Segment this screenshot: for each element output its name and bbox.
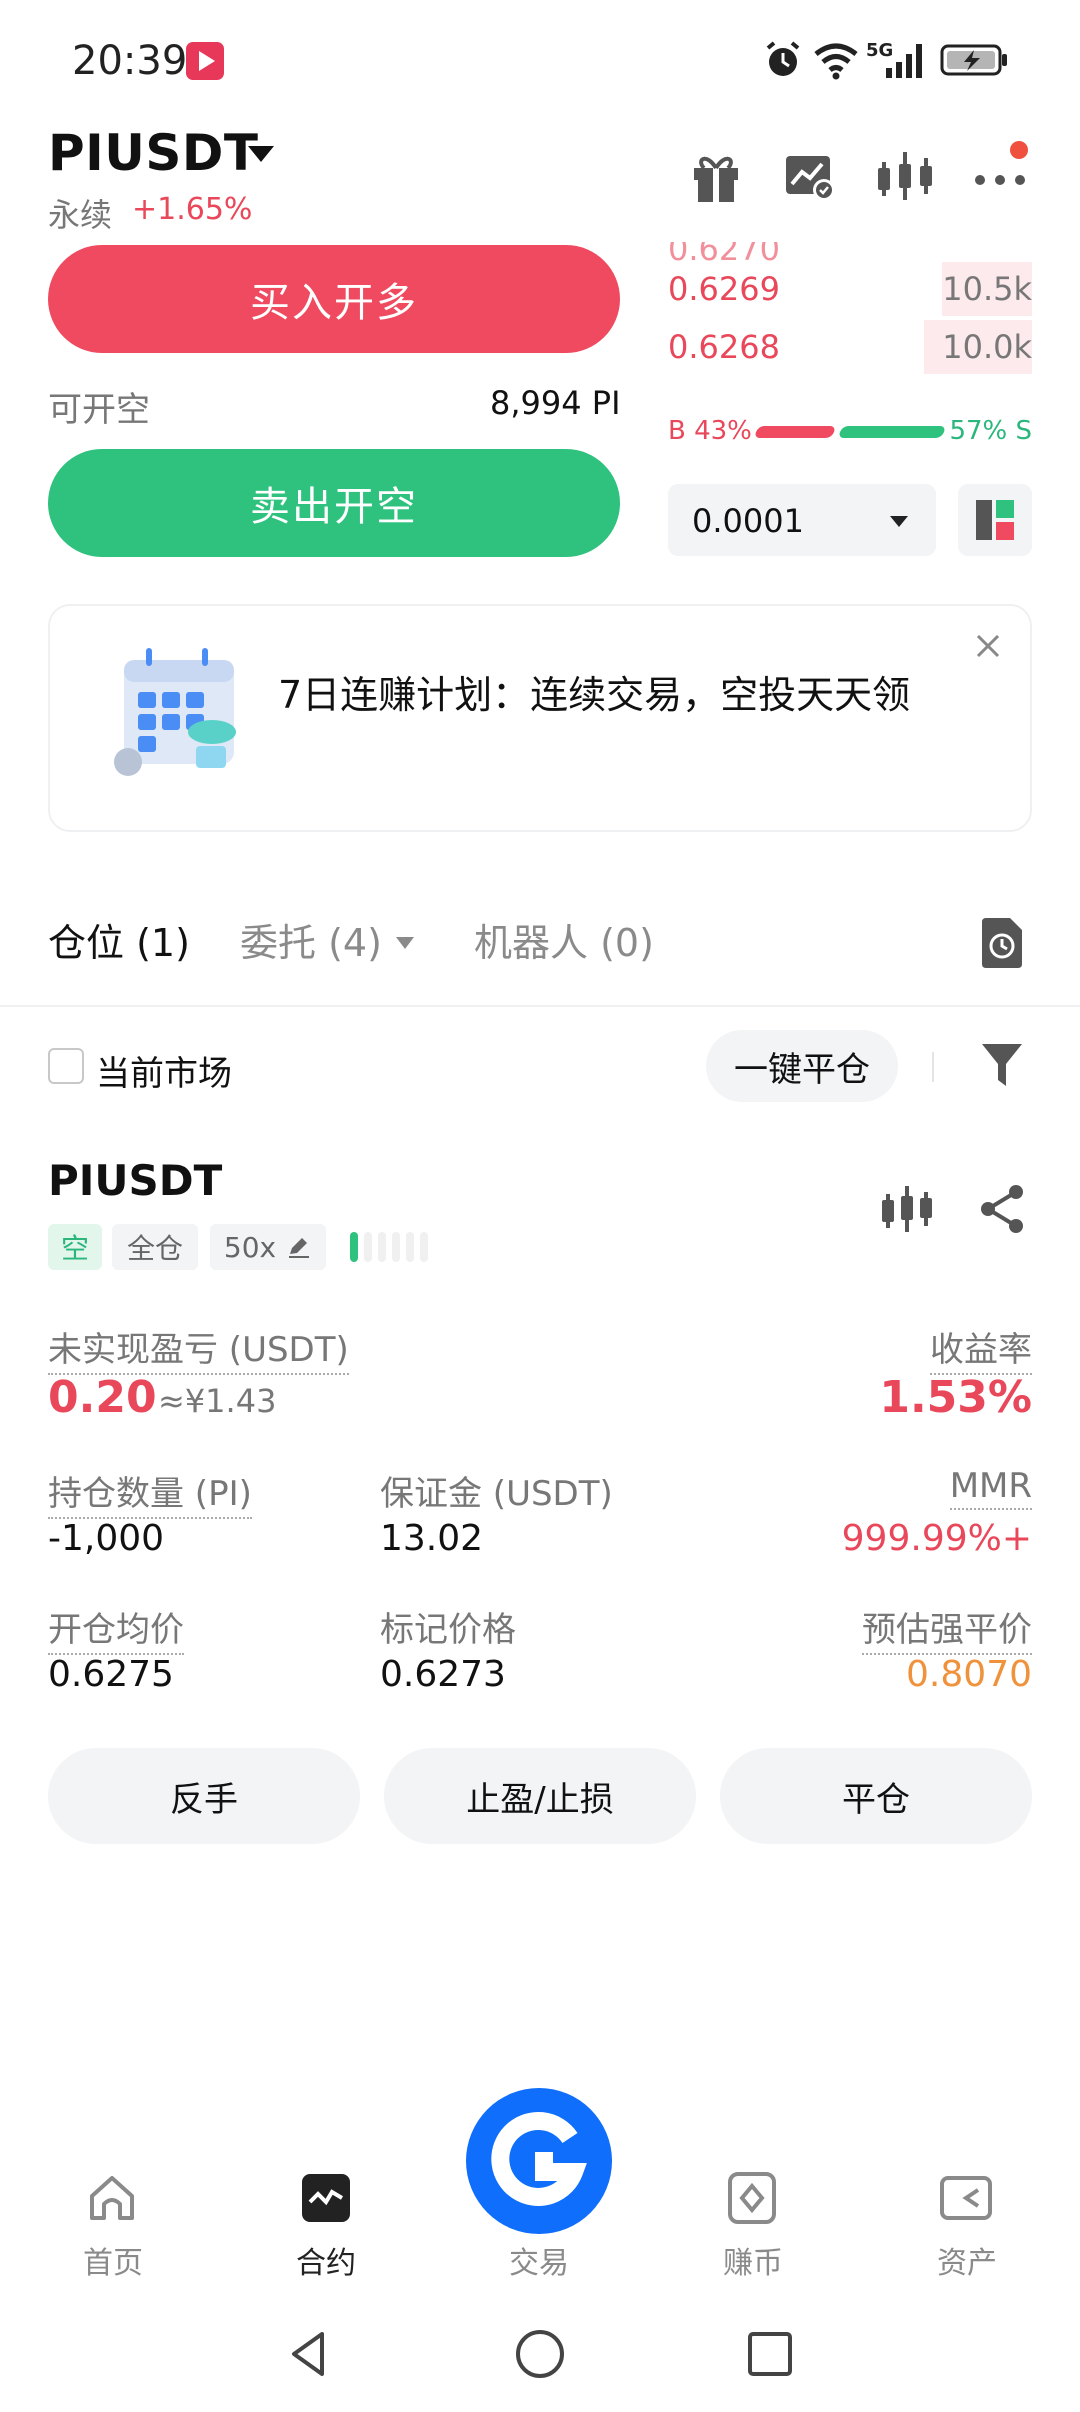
filter-icon[interactable] (978, 1040, 1026, 1090)
close-position-button[interactable]: 平仓 (720, 1748, 1032, 1844)
buy-long-button[interactable]: 买入开多 (48, 245, 620, 353)
reverse-position-button[interactable]: 反手 (48, 1748, 360, 1844)
gift-icon[interactable] (686, 148, 746, 204)
nav-assets-label[interactable]: 资产 (902, 2238, 1032, 2282)
earn-icon[interactable] (724, 2170, 780, 2226)
buy-ratio-label: B 43% (668, 416, 752, 446)
sell-ratio-bar (837, 426, 947, 438)
sell-short-button[interactable]: 卖出开空 (48, 449, 620, 557)
tp-sl-button[interactable]: 止盈/止损 (384, 1748, 696, 1844)
liquidation-price-label[interactable]: 预估强平价 (862, 1602, 1032, 1655)
roe-label[interactable]: 收益率 (930, 1322, 1032, 1375)
mark-price-label: 标记价格 (380, 1610, 516, 1650)
side-tag: 空 (48, 1224, 102, 1270)
liquidation-price-value: 0.8070 (906, 1654, 1032, 1695)
orderbook-ask-price[interactable]: 0.6269 (668, 270, 780, 308)
risk-level-bar (378, 1232, 386, 1262)
current-market-label[interactable]: 当前市场 (96, 1046, 232, 1095)
price-change-percent: +1.65% (132, 192, 253, 227)
calendar-gift-illustration (114, 648, 236, 776)
signal-icon (886, 44, 922, 78)
available-short-value: 8,994 PI (490, 384, 621, 422)
close-icon[interactable] (970, 628, 1006, 664)
unrealized-pnl-cny: ≈¥1.43 (158, 1382, 277, 1420)
price-precision-select[interactable]: 0.0001 (668, 484, 936, 556)
orderbook-price-partial: 0.6270 (668, 230, 780, 268)
contract-type-label: 永续 (48, 196, 113, 234)
divider (0, 1005, 1080, 1007)
risk-level-bar (392, 1232, 400, 1262)
share-icon[interactable] (976, 1182, 1030, 1236)
precision-value: 0.0001 (692, 502, 804, 540)
close-all-button[interactable]: 一键平仓 (706, 1030, 898, 1102)
orderbook-ask-qty[interactable]: 10.0k (942, 328, 1032, 366)
risk-level-bar (420, 1232, 428, 1262)
mmr-value: 999.99%+ (841, 1518, 1032, 1559)
tab-positions[interactable]: 仓位 (1) (48, 912, 190, 967)
nav-earn-label[interactable]: 赚币 (688, 2238, 818, 2282)
unrealized-pnl-value: 0.20 (48, 1372, 157, 1423)
nav-home-label[interactable]: 首页 (48, 2238, 178, 2282)
margin-value: 13.02 (380, 1518, 484, 1559)
risk-level-bar (350, 1232, 358, 1262)
promo-text: 7日连赚计划：连续交易，空投天天领 (278, 673, 911, 717)
available-short-label: 可开空 (48, 390, 150, 430)
unrealized-pnl-label[interactable]: 未实现盈亏 (USDT) (48, 1322, 349, 1375)
buy-ratio-bar (753, 426, 837, 438)
divider (932, 1052, 934, 1082)
nav-trade-button[interactable] (466, 2088, 612, 2234)
nav-futures-label[interactable]: 合约 (261, 2238, 391, 2282)
margin-mode-tag: 全仓 (112, 1224, 198, 1270)
entry-price-value: 0.6275 (48, 1654, 174, 1695)
wifi-icon (814, 43, 858, 80)
leverage-value: 50x (223, 1230, 277, 1264)
status-time: 20:39 (72, 38, 188, 84)
position-size-label[interactable]: 持仓数量 (PI) (48, 1466, 252, 1519)
risk-level-bar (364, 1232, 372, 1262)
caret-down-icon[interactable] (396, 937, 414, 949)
orderbook-ask-qty[interactable]: 10.5k (942, 270, 1032, 308)
caret-down-icon (890, 516, 908, 527)
trade-logo-icon (491, 2112, 587, 2206)
home-icon[interactable] (84, 2170, 140, 2226)
edit-icon (289, 1238, 310, 1258)
futures-icon[interactable] (298, 2170, 354, 2226)
tab-orders[interactable]: 委托 (4) (240, 912, 382, 967)
candlestick-icon[interactable] (876, 148, 936, 204)
mmr-label[interactable]: MMR (949, 1466, 1032, 1510)
alarm-icon (766, 41, 800, 76)
entry-price-label[interactable]: 开仓均价 (48, 1602, 184, 1655)
margin-label: 保证金 (USDT) (380, 1474, 613, 1514)
position-symbol: PIUSDT (48, 1156, 223, 1205)
layout-icon (976, 500, 1014, 540)
current-market-checkbox[interactable] (48, 1048, 84, 1084)
notification-dot (1010, 141, 1028, 159)
position-size-value: -1,000 (48, 1518, 165, 1559)
nav-trade-label[interactable]: 交易 (474, 2238, 604, 2282)
battery-charging-icon (940, 44, 1007, 76)
candlestick-icon[interactable] (880, 1182, 934, 1236)
sell-ratio-label: 57% S (949, 416, 1032, 446)
caret-down-icon[interactable] (248, 146, 274, 162)
symbol-title[interactable]: PIUSDT (48, 124, 258, 182)
orderbook-layout-toggle[interactable] (958, 484, 1032, 556)
tab-bots[interactable]: 机器人 (0) (474, 912, 654, 967)
recents-icon[interactable] (742, 2326, 798, 2382)
home-circle-icon[interactable] (512, 2326, 568, 2382)
leverage-tag[interactable]: 50x (210, 1224, 326, 1270)
roe-value: 1.53% (879, 1372, 1032, 1423)
video-app-icon (186, 42, 224, 80)
assets-wallet-icon[interactable] (938, 2170, 994, 2226)
promo-banner[interactable]: 7日连赚计划：连续交易，空投天天领 (48, 604, 1032, 832)
risk-level-bar (406, 1232, 414, 1262)
history-icon[interactable] (978, 916, 1026, 970)
chart-settings-icon[interactable] (780, 148, 840, 204)
mark-price-value: 0.6273 (380, 1654, 506, 1695)
orderbook-ask-price[interactable]: 0.6268 (668, 328, 780, 366)
back-icon[interactable] (282, 2326, 338, 2382)
